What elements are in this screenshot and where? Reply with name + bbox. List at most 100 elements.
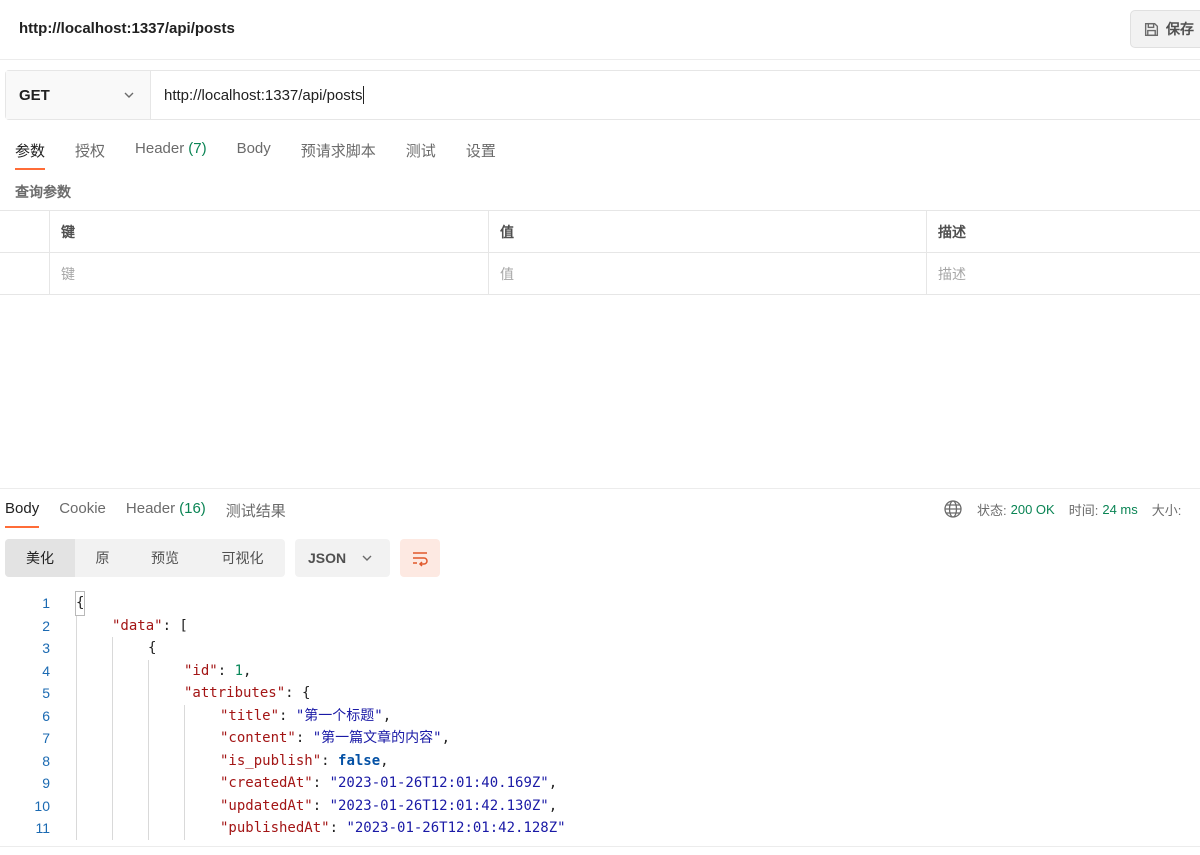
code-line: 9 "createdAt": "2023-01-26T12:01:40.169Z"… — [0, 772, 1200, 795]
save-button[interactable]: 保存 — [1130, 10, 1200, 48]
format-value: JSON — [308, 550, 347, 566]
code-text: "title": "第一个标题", — [220, 707, 392, 724]
code-text: "id": 1, — [184, 662, 252, 679]
wrap-lines-button[interactable] — [400, 539, 440, 577]
tab-0[interactable]: 参数 — [15, 130, 46, 170]
view-mode-button-3[interactable]: 可视化 — [200, 539, 285, 577]
tab-label: 参数 — [15, 143, 46, 160]
tab-label: 设置 — [465, 143, 496, 160]
code-text: "createdAt": "2023-01-26T12:01:40.169Z", — [220, 775, 558, 791]
code-line: 4 "id": 1, — [0, 660, 1200, 683]
value-input[interactable]: 值 — [489, 253, 927, 294]
tab-label: 测试结果 — [225, 503, 286, 520]
tab-2[interactable]: Header (7) — [135, 130, 207, 170]
code-line: 3{ — [0, 637, 1200, 660]
request-title[interactable]: http://localhost:1337/api/posts — [19, 20, 235, 37]
response-body-viewer[interactable]: 1{2 "data": [3{4 "id": 1, 5 "attributes": {6… — [0, 591, 1200, 842]
code-text: "content": "第一篇文章的内容", — [220, 730, 451, 746]
code-text: "is_publish": false, — [220, 752, 389, 769]
code-text: "data": [ — [112, 617, 188, 634]
table-row: 键 值 描述 — [0, 253, 1200, 295]
code-text: "updatedAt": "2023-01-26T12:01:42.130Z", — [220, 797, 558, 814]
code-line: 2 "data": [ — [0, 615, 1200, 638]
tab-label: Body — [236, 140, 271, 157]
code-line: 7 "content": "第一篇文章的内容", — [0, 727, 1200, 750]
request-header-bar: http://localhost:1337/api/posts 保存 — [0, 0, 1200, 60]
line-number: 11 — [35, 820, 50, 836]
table-header-spacer — [0, 211, 50, 252]
response-tab-2[interactable]: Header (16) — [126, 490, 206, 528]
tab-label: 预请求脚本 — [300, 143, 376, 160]
code-line: 6 "title": "第一个标题", — [0, 705, 1200, 728]
view-mode-group: 美化原预览 可视化 — [5, 539, 285, 577]
time-label: 时间: — [1068, 502, 1099, 518]
response-tab-1[interactable]: Cookie — [59, 490, 106, 528]
tab-count-badge: (16) — [179, 500, 206, 517]
size-label: 大小: — [1151, 502, 1182, 518]
tab-label: Cookie — [59, 500, 106, 517]
tab-6[interactable]: 设置 — [466, 130, 496, 170]
row-checkbox-cell — [0, 253, 50, 294]
description-input[interactable]: 描述 — [927, 253, 1200, 294]
format-select[interactable]: JSON — [295, 539, 390, 577]
text-caret — [363, 86, 365, 104]
url-input[interactable]: http://localhost:1337/api/posts — [151, 71, 1200, 119]
view-mode-button-0[interactable]: 美化 — [5, 539, 75, 577]
code-line: 10 "updatedAt": "2023-01-26T12:01:42.130Z… — [0, 795, 1200, 818]
tab-3[interactable]: Body — [237, 130, 271, 170]
column-header-value: 值 — [489, 211, 927, 252]
url-value: http://localhost:1337/api/posts — [164, 86, 363, 104]
method-select[interactable]: GET — [6, 71, 151, 119]
line-number: 10 — [34, 797, 50, 814]
response-tabs: Body Cookie Header (16) 测试结果 — [0, 490, 301, 528]
line-number: 1 — [42, 595, 50, 611]
view-mode-button-2[interactable]: 预览 — [130, 539, 200, 577]
url-bar: GET http://localhost:1337/api/posts — [5, 70, 1200, 120]
pane-divider[interactable] — [0, 488, 1200, 489]
line-number: 5 — [42, 685, 50, 701]
response-tab-3[interactable]: 测试结果 — [226, 490, 286, 528]
tab-4[interactable]: 预请求脚本 — [301, 130, 376, 170]
method-value: GET — [19, 86, 50, 104]
query-params-table: 键 值 描述 键 值 描述 — [0, 210, 1200, 295]
view-mode-button-1[interactable]: 原 — [75, 539, 130, 577]
status-label: 状态: — [977, 502, 1007, 518]
tab-label: 测试 — [405, 143, 436, 160]
key-input[interactable]: 键 — [50, 253, 489, 294]
bottom-divider — [0, 846, 1200, 847]
status-value[interactable]: 200 OK — [1011, 502, 1055, 517]
tab-label: Header — [135, 140, 185, 157]
code-line: 1{ — [0, 591, 1200, 616]
code-text: { — [74, 591, 86, 616]
line-number: 6 — [42, 707, 50, 724]
code-line: 8 "is_publish": false, — [0, 750, 1200, 773]
code-line: 11 "publishedAt": "2023-01-26T12:01:42.12… — [0, 817, 1200, 840]
globe-icon[interactable] — [943, 499, 963, 519]
column-header-key: 键 — [50, 211, 489, 252]
save-icon — [1144, 22, 1159, 36]
tab-label: Header — [125, 500, 176, 517]
line-number: 9 — [42, 775, 50, 791]
line-number: 2 — [42, 617, 50, 634]
line-number: 4 — [42, 662, 50, 679]
line-number: 7 — [42, 730, 50, 746]
code-text: "attributes": { — [184, 685, 311, 701]
code-text: { — [148, 640, 157, 656]
line-number: 3 — [42, 640, 50, 656]
table-header-row: 键 值 描述 — [0, 211, 1200, 253]
tab-1[interactable]: 授权 — [75, 130, 105, 170]
wrap-lines-icon — [413, 552, 428, 567]
chevron-down-icon — [124, 92, 134, 98]
tab-5[interactable]: 测试 — [406, 130, 436, 170]
column-header-description: 描述 — [938, 223, 966, 240]
time-value[interactable]: 24 ms — [1102, 502, 1137, 517]
save-label: 保存 — [1166, 21, 1194, 37]
tab-count-badge: (7) — [188, 140, 207, 157]
code-text: "publishedAt": "2023-01-26T12:01:42.128Z… — [220, 820, 566, 836]
request-tabs: 参数 授权 Header (7) Body 预请求脚本 测试 设置 — [0, 130, 511, 170]
chevron-down-icon — [362, 555, 372, 561]
tab-label: 授权 — [75, 143, 106, 160]
line-number: 8 — [42, 752, 50, 769]
response-tab-0[interactable]: Body — [5, 490, 40, 528]
code-line: 5 "attributes": { — [0, 682, 1200, 705]
